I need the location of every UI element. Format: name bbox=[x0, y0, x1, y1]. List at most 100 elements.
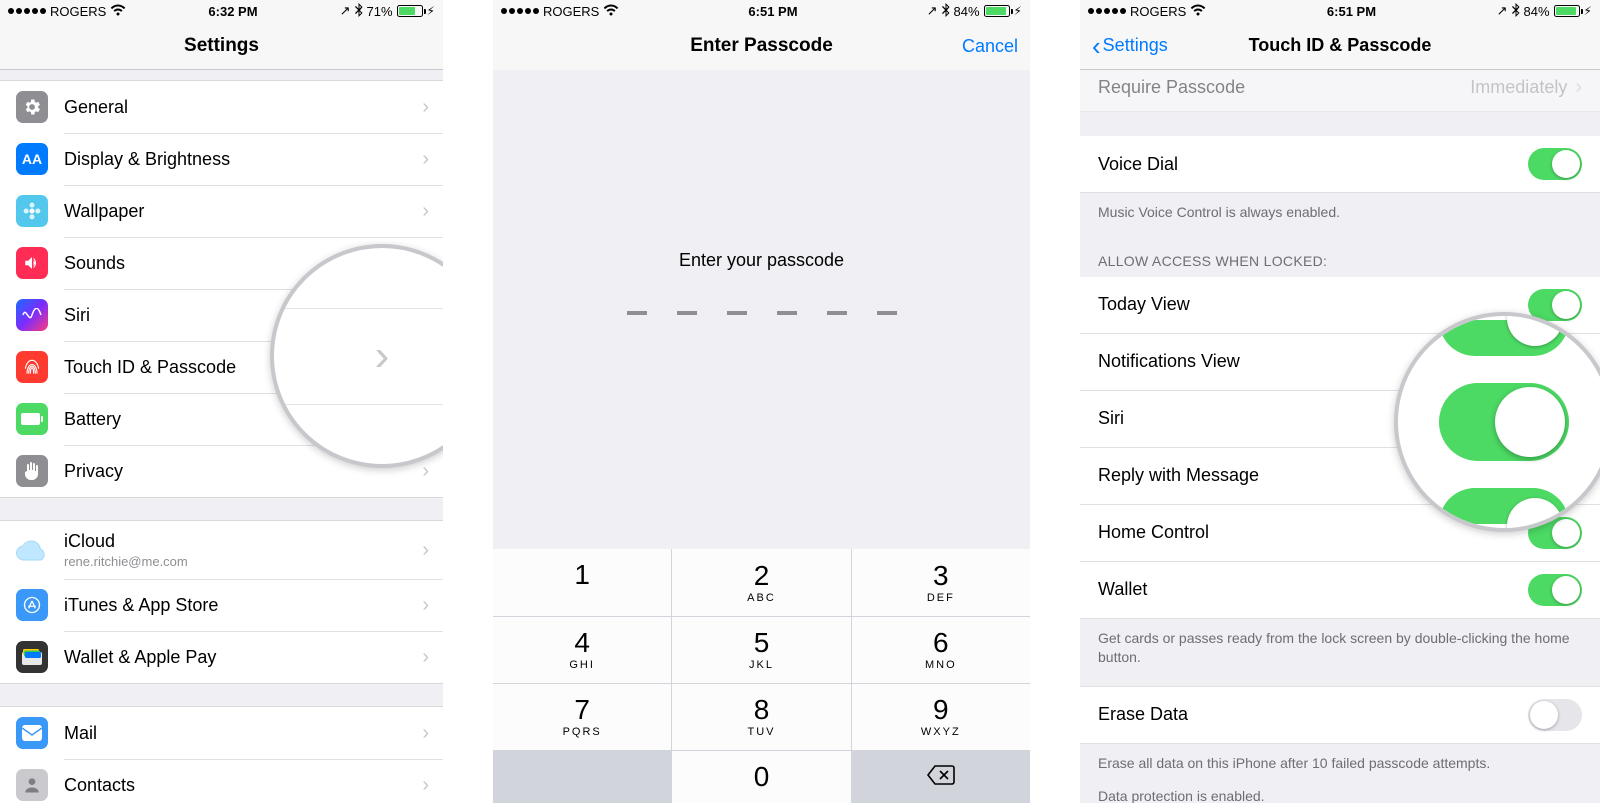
charging-icon: ⚡︎ bbox=[427, 4, 435, 18]
key-3[interactable]: 3DEF bbox=[852, 549, 1030, 616]
appstore-icon bbox=[16, 589, 48, 621]
key-6[interactable]: 6MNO bbox=[852, 617, 1030, 683]
battery-icon bbox=[16, 403, 48, 435]
require-label: Require Passcode bbox=[1098, 77, 1470, 98]
location-icon: ↗ bbox=[1497, 3, 1508, 19]
row-label: Display & Brightness bbox=[64, 149, 422, 170]
wallet-switch[interactable] bbox=[1528, 574, 1582, 606]
carrier-label: ROGERS bbox=[50, 4, 106, 19]
magnifier-reply-switch bbox=[1394, 312, 1600, 532]
nav-title: Touch ID & Passcode bbox=[1249, 35, 1432, 56]
chevron-right-icon: › bbox=[422, 539, 429, 562]
siri-icon bbox=[16, 299, 48, 331]
status-time: 6:51 PM bbox=[1327, 4, 1376, 19]
row-require-passcode[interactable]: Require Passcode Immediately › bbox=[1080, 70, 1600, 112]
row-label: iCloud bbox=[64, 531, 422, 552]
wallet-label: Wallet bbox=[1098, 579, 1528, 600]
nav-bar: ‹ Settings Touch ID & Passcode bbox=[1080, 22, 1600, 70]
speaker-icon bbox=[16, 247, 48, 279]
battery-icon bbox=[984, 5, 1010, 17]
icloud-icon bbox=[16, 534, 48, 566]
row-label: iTunes & App Store bbox=[64, 595, 422, 616]
key-2[interactable]: 2ABC bbox=[672, 549, 850, 616]
nav-bar: Enter Passcode Cancel bbox=[493, 22, 1030, 70]
battery-icon bbox=[1554, 5, 1580, 17]
chevron-right-icon: › bbox=[375, 331, 390, 381]
row-voice-dial: Voice Dial bbox=[1080, 136, 1600, 193]
key-1[interactable]: 1 bbox=[493, 549, 671, 616]
key-delete[interactable] bbox=[852, 751, 1030, 803]
wifi-icon bbox=[1190, 4, 1206, 19]
key-8[interactable]: 8TUV bbox=[672, 684, 850, 750]
row-wallpaper[interactable]: Wallpaper › bbox=[0, 185, 443, 237]
voice-dial-label: Voice Dial bbox=[1098, 154, 1528, 175]
cancel-button[interactable]: Cancel bbox=[950, 22, 1030, 70]
erase-switch[interactable] bbox=[1528, 699, 1582, 731]
carrier-label: ROGERS bbox=[543, 4, 599, 19]
key-0[interactable]: 0 bbox=[672, 751, 850, 803]
settings-group-3: Mail › Contacts › bbox=[0, 706, 443, 803]
key-7[interactable]: 7PQRS bbox=[493, 684, 671, 750]
flower-icon bbox=[16, 195, 48, 227]
voice-dial-switch[interactable] bbox=[1528, 148, 1582, 180]
row-label: Mail bbox=[64, 723, 422, 744]
signal-dots-icon bbox=[1088, 8, 1126, 14]
chevron-right-icon: › bbox=[422, 96, 429, 119]
charging-icon: ⚡︎ bbox=[1014, 4, 1022, 18]
chevron-right-icon: › bbox=[422, 722, 429, 745]
row-erase-data: Erase Data bbox=[1080, 686, 1600, 744]
phone-passcode: ROGERS 6:51 PM ↗ 84% ⚡︎ Enter Passcode C… bbox=[493, 0, 1030, 803]
row-itunes[interactable]: iTunes & App Store › bbox=[0, 579, 443, 631]
wallet-icon bbox=[16, 641, 48, 673]
key-9[interactable]: 9WXYZ bbox=[852, 684, 1030, 750]
key-5[interactable]: 5JKL bbox=[672, 617, 850, 683]
nav-back-button[interactable]: ‹ Settings bbox=[1080, 22, 1180, 69]
row-general[interactable]: General › bbox=[0, 81, 443, 133]
chevron-right-icon: › bbox=[422, 148, 429, 171]
row-subtitle: rene.ritchie@me.com bbox=[64, 554, 422, 569]
row-icloud[interactable]: iCloud rene.ritchie@me.com › bbox=[0, 521, 443, 579]
status-time: 6:51 PM bbox=[748, 4, 797, 19]
nav-bar: Settings bbox=[0, 22, 443, 70]
wallet-footer: Get cards or passes ready from the lock … bbox=[1080, 619, 1600, 678]
chevron-left-icon: ‹ bbox=[1092, 33, 1101, 59]
row-contacts[interactable]: Contacts › bbox=[0, 759, 443, 803]
bluetooth-icon bbox=[1512, 3, 1520, 20]
row-label: Contacts bbox=[64, 775, 422, 796]
today-view-label: Today View bbox=[1098, 294, 1528, 315]
passcode-body: Enter your passcode 1 2ABC 3DEF 4GHI 5JK… bbox=[493, 70, 1030, 803]
chevron-right-icon: › bbox=[422, 200, 429, 223]
bluetooth-icon bbox=[942, 3, 950, 20]
row-display[interactable]: AA Display & Brightness › bbox=[0, 133, 443, 185]
gear-icon bbox=[16, 91, 48, 123]
carrier-label: ROGERS bbox=[1130, 4, 1186, 19]
passcode-dashes bbox=[493, 311, 1030, 315]
wifi-icon bbox=[603, 4, 619, 19]
status-time: 6:32 PM bbox=[208, 4, 257, 19]
wifi-icon bbox=[110, 4, 126, 19]
battery-icon bbox=[397, 5, 423, 17]
location-icon: ↗ bbox=[340, 3, 351, 19]
row-walletpay[interactable]: Wallet & Apple Pay › bbox=[0, 631, 443, 683]
phone-settings: ROGERS 6:32 PM ↗ 71% ⚡︎ Settings General… bbox=[0, 0, 443, 803]
erase-label: Erase Data bbox=[1098, 704, 1528, 725]
battery-pct: 84% bbox=[954, 4, 980, 19]
voice-dial-footer: Music Voice Control is always enabled. bbox=[1080, 193, 1600, 233]
key-4[interactable]: 4GHI bbox=[493, 617, 671, 683]
magnifier-touchid-row: › bbox=[270, 244, 443, 468]
mail-icon bbox=[16, 717, 48, 749]
signal-dots-icon bbox=[8, 8, 46, 14]
key-blank bbox=[493, 751, 671, 803]
settings-group-2: iCloud rene.ritchie@me.com › iTunes & Ap… bbox=[0, 520, 443, 684]
require-value: Immediately bbox=[1470, 77, 1567, 98]
chevron-right-icon: › bbox=[422, 774, 429, 797]
allow-header: ALLOW ACCESS WHEN LOCKED: bbox=[1080, 233, 1600, 277]
row-mail[interactable]: Mail › bbox=[0, 707, 443, 759]
status-bar: ROGERS 6:32 PM ↗ 71% ⚡︎ bbox=[0, 0, 443, 22]
status-bar: ROGERS 6:51 PM ↗ 84% ⚡︎ bbox=[1080, 0, 1600, 22]
nav-title: Enter Passcode bbox=[690, 35, 833, 57]
location-icon: ↗ bbox=[927, 3, 938, 19]
status-bar: ROGERS 6:51 PM ↗ 84% ⚡︎ bbox=[493, 0, 1030, 22]
row-wallet: Wallet bbox=[1080, 562, 1600, 619]
chevron-right-icon: › bbox=[422, 646, 429, 669]
